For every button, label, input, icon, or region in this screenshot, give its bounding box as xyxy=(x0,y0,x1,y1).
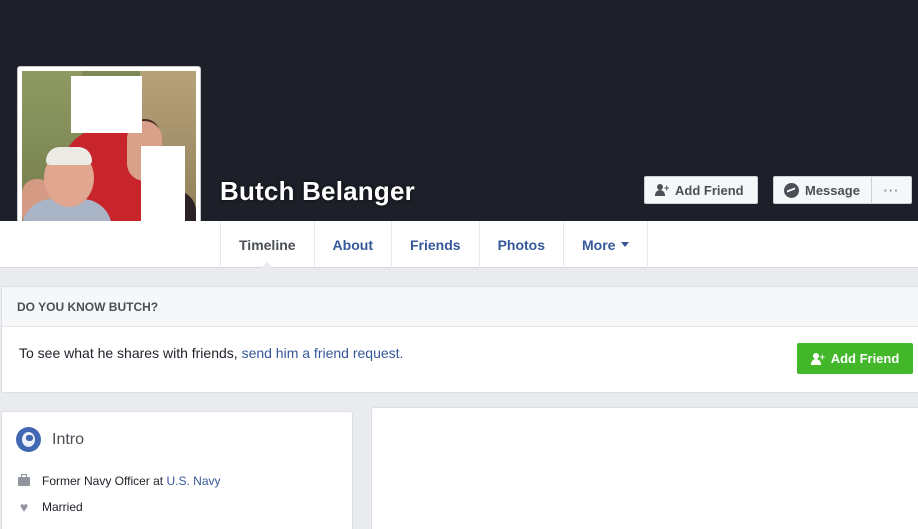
caret-down-icon xyxy=(621,242,630,247)
do-you-know-panel: DO YOU KNOW BUTCH? To see what he shares… xyxy=(1,286,918,393)
profile-nav-bar: Timeline About Friends Photos More xyxy=(0,221,918,269)
us-navy-link[interactable]: U.S. Navy xyxy=(166,474,220,488)
redaction-box xyxy=(71,76,142,133)
heart-icon: ♥ xyxy=(19,499,29,515)
globe-icon xyxy=(16,427,41,452)
friend-request-prompt: To see what he shares with friends, send… xyxy=(19,345,404,361)
tab-more[interactable]: More xyxy=(564,221,649,268)
more-dots-icon: ··· xyxy=(883,182,900,198)
messenger-icon xyxy=(784,182,799,198)
intro-card: Intro Former Navy Officer at U.S. Navy ♥… xyxy=(1,411,353,529)
intro-work: Former Navy Officer at U.S. Navy xyxy=(16,473,221,488)
add-friend-label: Add Friend xyxy=(675,182,744,198)
tab-friends[interactable]: Friends xyxy=(392,221,480,268)
tab-about[interactable]: About xyxy=(315,221,392,268)
intro-title: Intro xyxy=(52,430,85,448)
tab-timeline[interactable]: Timeline xyxy=(221,221,315,269)
redaction-box xyxy=(141,146,185,222)
nav-tabs: Timeline About Friends Photos More xyxy=(220,221,649,269)
add-friend-green-label: Add Friend xyxy=(830,351,900,366)
intro-relationship: ♥ Married xyxy=(16,500,83,514)
more-options-button[interactable]: ··· xyxy=(871,176,912,204)
timeline-content-panel xyxy=(371,407,918,529)
send-friend-request-link[interactable]: send him a friend request. xyxy=(242,345,404,361)
tab-photos[interactable]: Photos xyxy=(480,221,565,268)
add-friend-icon: + xyxy=(655,184,669,196)
add-friend-button[interactable]: + Add Friend xyxy=(644,176,758,204)
add-friend-green-button[interactable]: + Add Friend xyxy=(797,343,913,374)
profile-name[interactable]: Butch Belanger xyxy=(220,176,415,207)
message-label: Message xyxy=(805,182,860,198)
message-button[interactable]: Message xyxy=(773,176,872,204)
do-you-know-header: DO YOU KNOW BUTCH? xyxy=(2,287,918,327)
profile-photo-image xyxy=(22,71,196,245)
briefcase-icon xyxy=(18,473,30,486)
add-friend-icon: + xyxy=(810,352,825,365)
